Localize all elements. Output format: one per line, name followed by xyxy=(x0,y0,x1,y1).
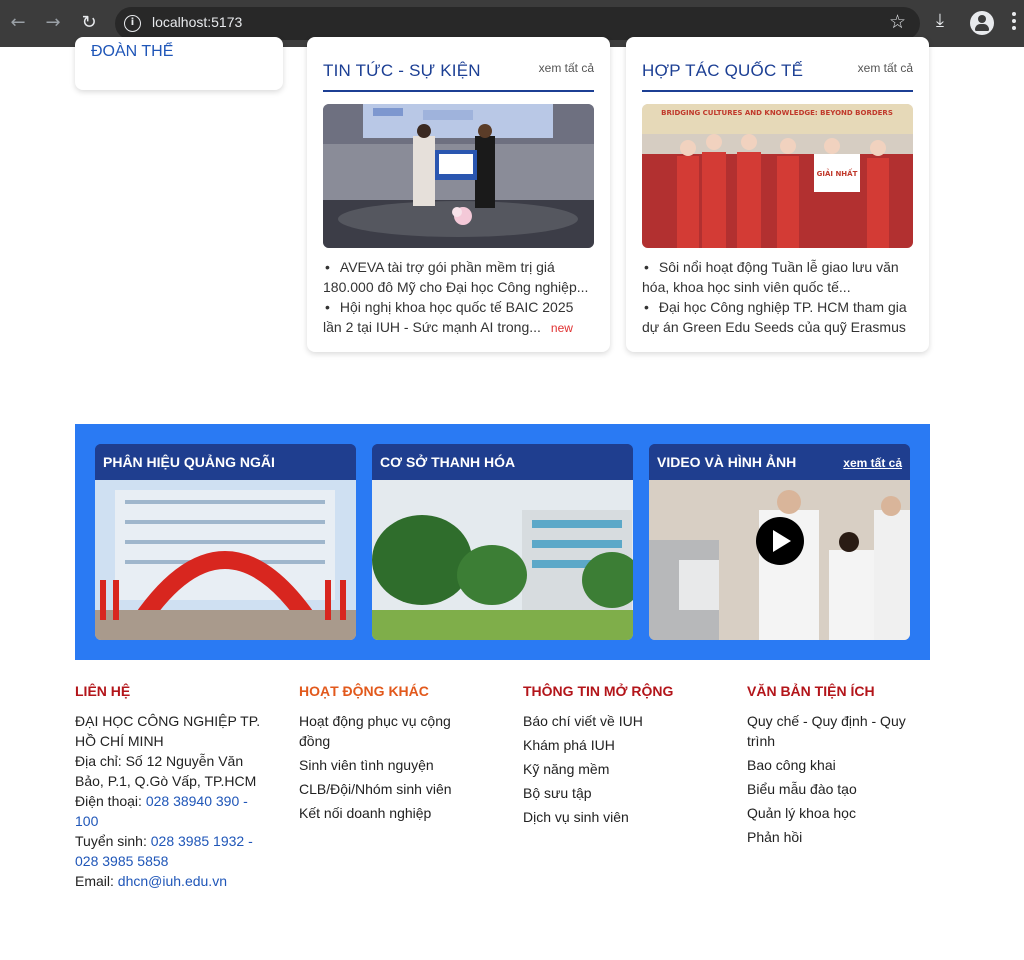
footer-heading-docs: VĂN BẢN TIỆN ÍCH xyxy=(747,683,875,699)
new-badge: new xyxy=(550,321,573,335)
forward-icon[interactable]: → xyxy=(40,10,66,36)
menu-kebab-icon[interactable] xyxy=(1012,12,1016,34)
email-line: Email: dhcn@iuh.edu.vn xyxy=(75,873,227,889)
campus-band: PHÂN HIỆU QUẢNG NGÃI CƠ SỞ THANH HÓA VID… xyxy=(75,424,930,660)
video-view-all-link[interactable]: xem tất cả xyxy=(843,456,902,470)
page-content: ĐOÀN THỂ TIN TỨC - SỰ KIỆN xem tất cả • … xyxy=(0,37,1024,960)
intl-image[interactable]: BRIDGING CULTURES AND KNOWLEDGE: BEYOND … xyxy=(642,104,913,248)
intl-view-all-link[interactable]: xem tất cả xyxy=(858,61,913,75)
video-thumbnail[interactable] xyxy=(649,480,910,640)
footer-link[interactable]: Bao công khai xyxy=(747,755,947,775)
admission-phone-link-2[interactable]: 028 3985 5858 xyxy=(75,853,168,869)
footer-link[interactable]: Kỹ năng mềm xyxy=(523,759,723,779)
footer-link[interactable]: Sinh viên tình nguyện xyxy=(299,755,499,775)
footer-heading-activities: HOẠT ĐỘNG KHÁC xyxy=(299,683,429,699)
url-text[interactable]: localhost:5173 xyxy=(152,14,242,30)
list-item[interactable]: Đại học Công nghiệp TP. HCM tham giadự á… xyxy=(642,297,917,337)
intl-card: HỢP TÁC QUỐC TẾ xem tất cả BRIDGING CULT… xyxy=(626,37,929,352)
footer-heading-info: THÔNG TIN MỞ RỘNG xyxy=(523,683,674,699)
footer-info: THÔNG TIN MỞ RỘNG Báo chí viết về IUH Kh… xyxy=(523,683,723,831)
footer-link[interactable]: Bộ sưu tập xyxy=(523,783,723,803)
footer-link[interactable]: trình xyxy=(747,731,947,751)
reload-icon[interactable]: ↻ xyxy=(76,10,102,36)
admission-line: Tuyển sinh: 028 3985 1932 - xyxy=(75,833,253,849)
news-list: AVEVA tài trợ gói phần mềm trị giá180.00… xyxy=(323,257,598,338)
footer-link[interactable]: đồng xyxy=(299,731,499,751)
download-icon[interactable]: ⤓ xyxy=(936,10,944,31)
prize-text: GIẢI NHẤT xyxy=(817,168,858,178)
tile-title: VIDEO VÀ HÌNH ẢNH xyxy=(657,454,797,470)
list-item[interactable]: Hội nghị khoa học quốc tế BAIC 2025lần 2… xyxy=(323,297,598,338)
footer-link[interactable]: Quản lý khoa học xyxy=(747,803,947,823)
divider xyxy=(642,90,913,92)
footer-link[interactable]: Báo chí viết về IUH xyxy=(523,711,723,731)
footer-link[interactable]: Phản hồi xyxy=(747,827,947,847)
phone-line: Điện thoại: 028 38940 390 - xyxy=(75,793,248,809)
footer-heading-contact: LIÊN HỆ xyxy=(75,683,131,699)
footer-link[interactable]: Kết nối doanh nghiệp xyxy=(299,803,499,823)
news-card: TIN TỨC - SỰ KIỆN xem tất cả • AVEVA tài… xyxy=(307,37,610,352)
quang-ngai-image[interactable] xyxy=(95,480,356,640)
phone-link-ext[interactable]: 100 xyxy=(75,813,98,829)
footer-link[interactable]: Biểu mẫu đào tạo xyxy=(747,779,947,799)
footer-contact: LIÊN HỆ ĐẠI HỌC CÔNG NGHIỆP TP. HỒ CHÍ M… xyxy=(75,683,275,891)
footer-link[interactable]: Hoạt động phục vụ cộng xyxy=(299,711,499,731)
footer-link[interactable]: Khám phá IUH xyxy=(523,735,723,755)
tile-video[interactable]: VIDEO VÀ HÌNH ẢNH xem tất cả xyxy=(649,444,910,640)
footer-link[interactable]: CLB/Đội/Nhóm sinh viên xyxy=(299,779,499,799)
tile-title: CƠ SỞ THANH HÓA xyxy=(380,454,516,470)
address-bar[interactable]: i localhost:5173 ☆ xyxy=(115,7,920,40)
admission-phone-link[interactable]: 028 3985 1932 - xyxy=(151,833,253,849)
footer-docs: VĂN BẢN TIỆN ÍCH Quy chế - Quy định - Qu… xyxy=(747,683,947,851)
news-image[interactable] xyxy=(323,104,594,248)
footer-link[interactable]: Quy chế - Quy định - Quy xyxy=(747,711,947,731)
email-link[interactable]: dhcn@iuh.edu.vn xyxy=(118,873,227,889)
profile-avatar-icon[interactable] xyxy=(970,11,994,35)
footer-link[interactable]: Dịch vụ sinh viên xyxy=(523,807,723,827)
sidebar-item-doan-the[interactable]: ĐOÀN THỂ xyxy=(91,43,173,61)
list-item[interactable]: AVEVA tài trợ gói phần mềm trị giá180.00… xyxy=(323,257,598,297)
tile-title: PHÂN HIỆU QUẢNG NGÃI xyxy=(103,454,275,470)
sidebar-card: ĐOÀN THỂ xyxy=(75,37,283,90)
phone-link[interactable]: 028 38940 390 - xyxy=(146,793,248,809)
footer-activities: HOẠT ĐỘNG KHÁC Hoạt động phục vụ cộng đồ… xyxy=(299,683,499,827)
bookmark-star-icon[interactable]: ☆ xyxy=(889,11,906,33)
list-item[interactable]: Sôi nổi hoạt động Tuần lễ giao lưu vănhó… xyxy=(642,257,917,297)
banner-text: BRIDGING CULTURES AND KNOWLEDGE: BEYOND … xyxy=(661,109,893,117)
divider xyxy=(323,90,594,92)
site-info-icon[interactable]: i xyxy=(124,15,141,32)
news-view-all-link[interactable]: xem tất cả xyxy=(539,61,594,75)
intl-list: Sôi nổi hoạt động Tuần lễ giao lưu vănhó… xyxy=(642,257,917,337)
intl-title: HỢP TÁC QUỐC TẾ xyxy=(642,61,804,80)
thanh-hoa-image[interactable] xyxy=(372,480,633,640)
news-title: TIN TỨC - SỰ KIỆN xyxy=(323,61,481,80)
tile-thanh-hoa[interactable]: CƠ SỞ THANH HÓA xyxy=(372,444,633,640)
tile-quang-ngai[interactable]: PHÂN HIỆU QUẢNG NGÃI xyxy=(95,444,356,640)
back-icon[interactable]: ← xyxy=(5,10,31,36)
